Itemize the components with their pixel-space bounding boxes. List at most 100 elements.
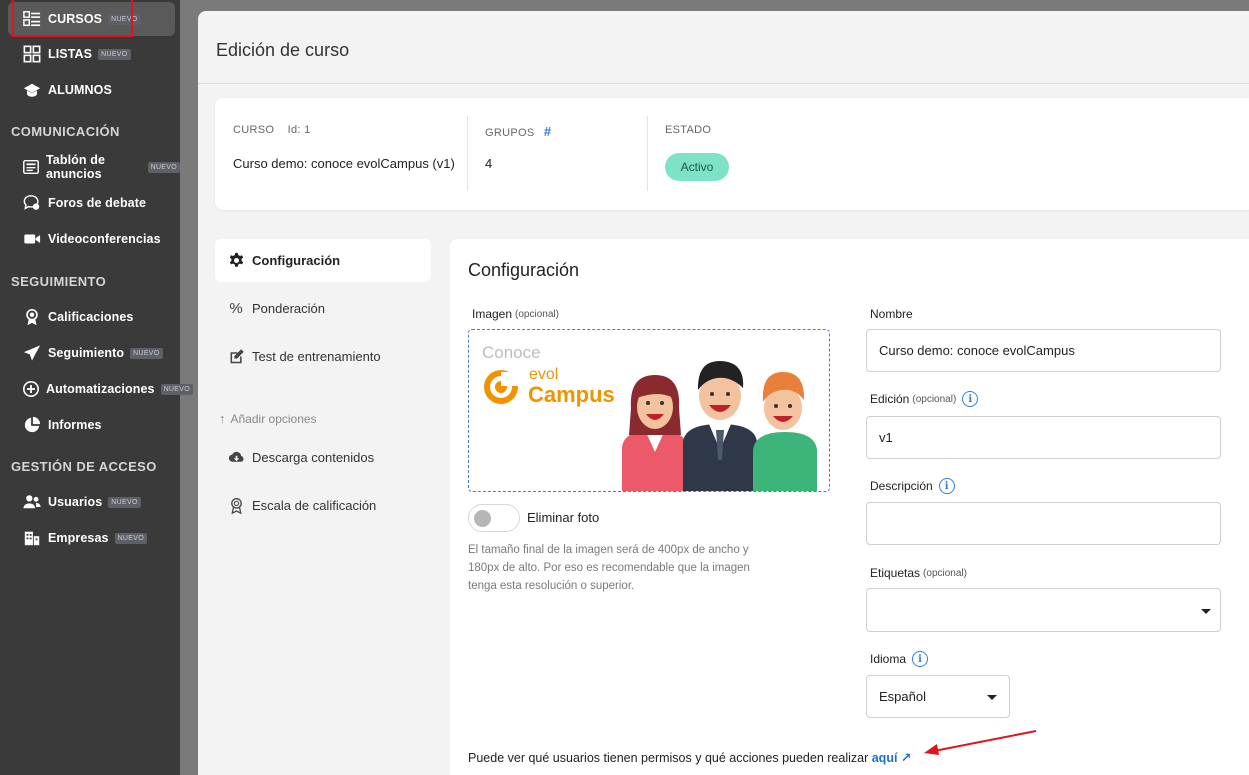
sidebar-section-gestion: GESTIÓN DE ACCESO <box>11 459 157 474</box>
optional-hint: (opcional) <box>515 308 559 320</box>
tab-configuracion[interactable]: Configuración <box>215 239 431 282</box>
tags-label: Etiquetas (opcional) <box>870 566 967 580</box>
name-label: Nombre <box>870 307 913 321</box>
logo-campus: Campus <box>528 382 615 407</box>
main-content: Edición de curso CURSO Id: 1 Curso demo:… <box>198 11 1249 775</box>
edition-label-text: Edición <box>870 392 910 406</box>
name-input[interactable]: Curso demo: conoce evolCampus <box>866 329 1221 372</box>
plus-circle-icon <box>22 379 40 399</box>
image-label: Imagen (opcional) <box>472 307 559 321</box>
sidebar-item-usuarios[interactable]: Usuarios NUEVO <box>0 485 180 519</box>
sidebar-section-seguimiento: SEGUIMIENTO <box>11 274 107 289</box>
tab-test-entrenamiento[interactable]: Test de entrenamiento <box>215 335 431 378</box>
chevron-down-icon <box>1201 609 1211 614</box>
new-badge: NUEVO <box>98 48 131 60</box>
new-badge: NUEVO <box>114 532 147 544</box>
sidebar-item-alumnos[interactable]: ALUMNOS <box>0 73 180 107</box>
curso-label-text: CURSO <box>233 124 275 136</box>
external-link-icon: ↗ <box>900 751 912 765</box>
cloud-download-icon <box>225 447 247 469</box>
option-escala-calificacion[interactable]: Escala de calificación <box>215 484 431 527</box>
sidebar-item-foros[interactable]: Foros de debate <box>0 186 180 220</box>
newspaper-icon <box>22 157 40 177</box>
users-icon <box>22 492 42 512</box>
remove-photo-label: Eliminar foto <box>527 510 600 525</box>
sidebar-item-tablon[interactable]: Tablón de anuncios NUEVO <box>0 150 180 184</box>
edit-icon <box>225 346 247 368</box>
edition-input[interactable]: v1 <box>866 416 1221 459</box>
logo-conoce: Conoce <box>482 343 541 362</box>
tab-ponderacion[interactable]: % Ponderación <box>215 287 431 330</box>
sidebar-item-label: Empresas <box>48 531 109 545</box>
course-id: Id: 1 <box>287 124 311 136</box>
divider <box>467 116 468 191</box>
tags-select[interactable] <box>866 588 1221 632</box>
description-label-text: Descripción <box>870 479 933 493</box>
send-icon <box>22 343 42 363</box>
option-label: Descarga contenidos <box>252 450 375 465</box>
info-icon[interactable]: i <box>962 391 979 407</box>
option-label: Escala de calificación <box>252 498 377 513</box>
new-badge: NUEVO <box>130 347 163 359</box>
sidebar-item-label: Videoconferencias <box>48 232 161 246</box>
page-title: Edición de curso <box>216 40 350 60</box>
description-label: Descripción i <box>870 478 955 494</box>
sidebar: CURSOS NUEVO LISTAS NUEVO ALUMNOS COMUNI… <box>0 0 193 775</box>
sidebar-item-label: Foros de debate <box>48 196 147 210</box>
sidebar-item-listas[interactable]: LISTAS NUEVO <box>0 37 180 71</box>
language-label: Idioma i <box>870 651 929 667</box>
add-options-label: ↑ Añadir opciones <box>219 411 317 426</box>
sidebar-item-calificaciones[interactable]: Calificaciones <box>0 300 180 334</box>
tab-label: Ponderación <box>252 301 325 316</box>
building-icon <box>22 528 42 548</box>
config-panel: Configuración Imagen (opcional) Conoce e… <box>450 239 1249 775</box>
option-descarga-contenidos[interactable]: Descarga contenidos <box>215 436 431 479</box>
sidebar-section-comunicacion: COMUNICACIÓN <box>11 124 120 139</box>
award-icon <box>225 495 247 517</box>
annotation-arrow <box>924 730 1037 755</box>
info-icon[interactable]: i <box>938 478 955 494</box>
sidebar-item-label: Usuarios <box>48 495 103 509</box>
tab-label: Configuración <box>252 253 341 268</box>
optional-hint: (opcional) <box>923 567 967 579</box>
sidebar-item-label: Informes <box>48 418 102 432</box>
grupos-value: 4 <box>485 156 493 171</box>
tags-label-text: Etiquetas <box>870 566 921 580</box>
estado-label: ESTADO <box>665 124 712 136</box>
sidebar-item-empresas[interactable]: Empresas NUEVO <box>0 521 180 555</box>
permissions-note: Puede ver qué usuarios tienen permisos y… <box>468 750 911 765</box>
add-options-text: Añadir opciones <box>230 411 317 426</box>
description-input[interactable] <box>866 502 1221 545</box>
remove-photo-toggle[interactable] <box>468 504 520 532</box>
sidebar-item-seguimiento[interactable]: Seguimiento NUEVO <box>0 336 180 370</box>
arrow-up-icon: ↑ <box>219 411 226 426</box>
sidebar-item-label: LISTAS <box>48 47 93 61</box>
percent-icon: % <box>229 300 243 317</box>
course-summary-card: CURSO Id: 1 Curso demo: conoce evolCampu… <box>215 98 1249 210</box>
new-badge: NUEVO <box>160 383 193 395</box>
course-image-illustration: Conoce evol Campus <box>482 343 817 491</box>
edition-label: Edición (opcional) i <box>870 391 979 407</box>
graduation-cap-icon <box>22 80 42 100</box>
sidebar-item-label: Tablón de anuncios <box>46 153 105 181</box>
info-icon[interactable]: i <box>912 651 929 667</box>
hash-icon[interactable]: # <box>544 124 552 139</box>
section-title: Configuración <box>468 260 580 280</box>
status-badge: Activo <box>665 153 729 181</box>
sidebar-item-informes[interactable]: Informes <box>0 408 180 442</box>
sidebar-item-label: ALUMNOS <box>48 83 112 97</box>
language-select[interactable]: Español <box>866 675 1010 718</box>
video-icon <box>22 229 42 249</box>
grid-icon <box>22 44 42 64</box>
grupos-label-text: GRUPOS <box>485 127 535 139</box>
permissions-link[interactable]: aquí ↗ <box>872 751 912 765</box>
sidebar-item-automatizaciones[interactable]: Automatizaciones NUEVO <box>0 372 193 406</box>
course-image-dropzone[interactable]: Conoce evol Campus <box>468 329 830 492</box>
sidebar-item-videoconferencias[interactable]: Videoconferencias <box>0 222 180 256</box>
curso-label: CURSO Id: 1 <box>233 124 311 136</box>
sidebar-item-label: Automatizaciones <box>46 382 155 396</box>
permissions-link-text: aquí <box>871 751 898 765</box>
chevron-down-icon <box>987 695 997 700</box>
award-icon <box>22 307 42 327</box>
course-name: Curso demo: conoce evolCampus (v1) <box>233 156 455 171</box>
